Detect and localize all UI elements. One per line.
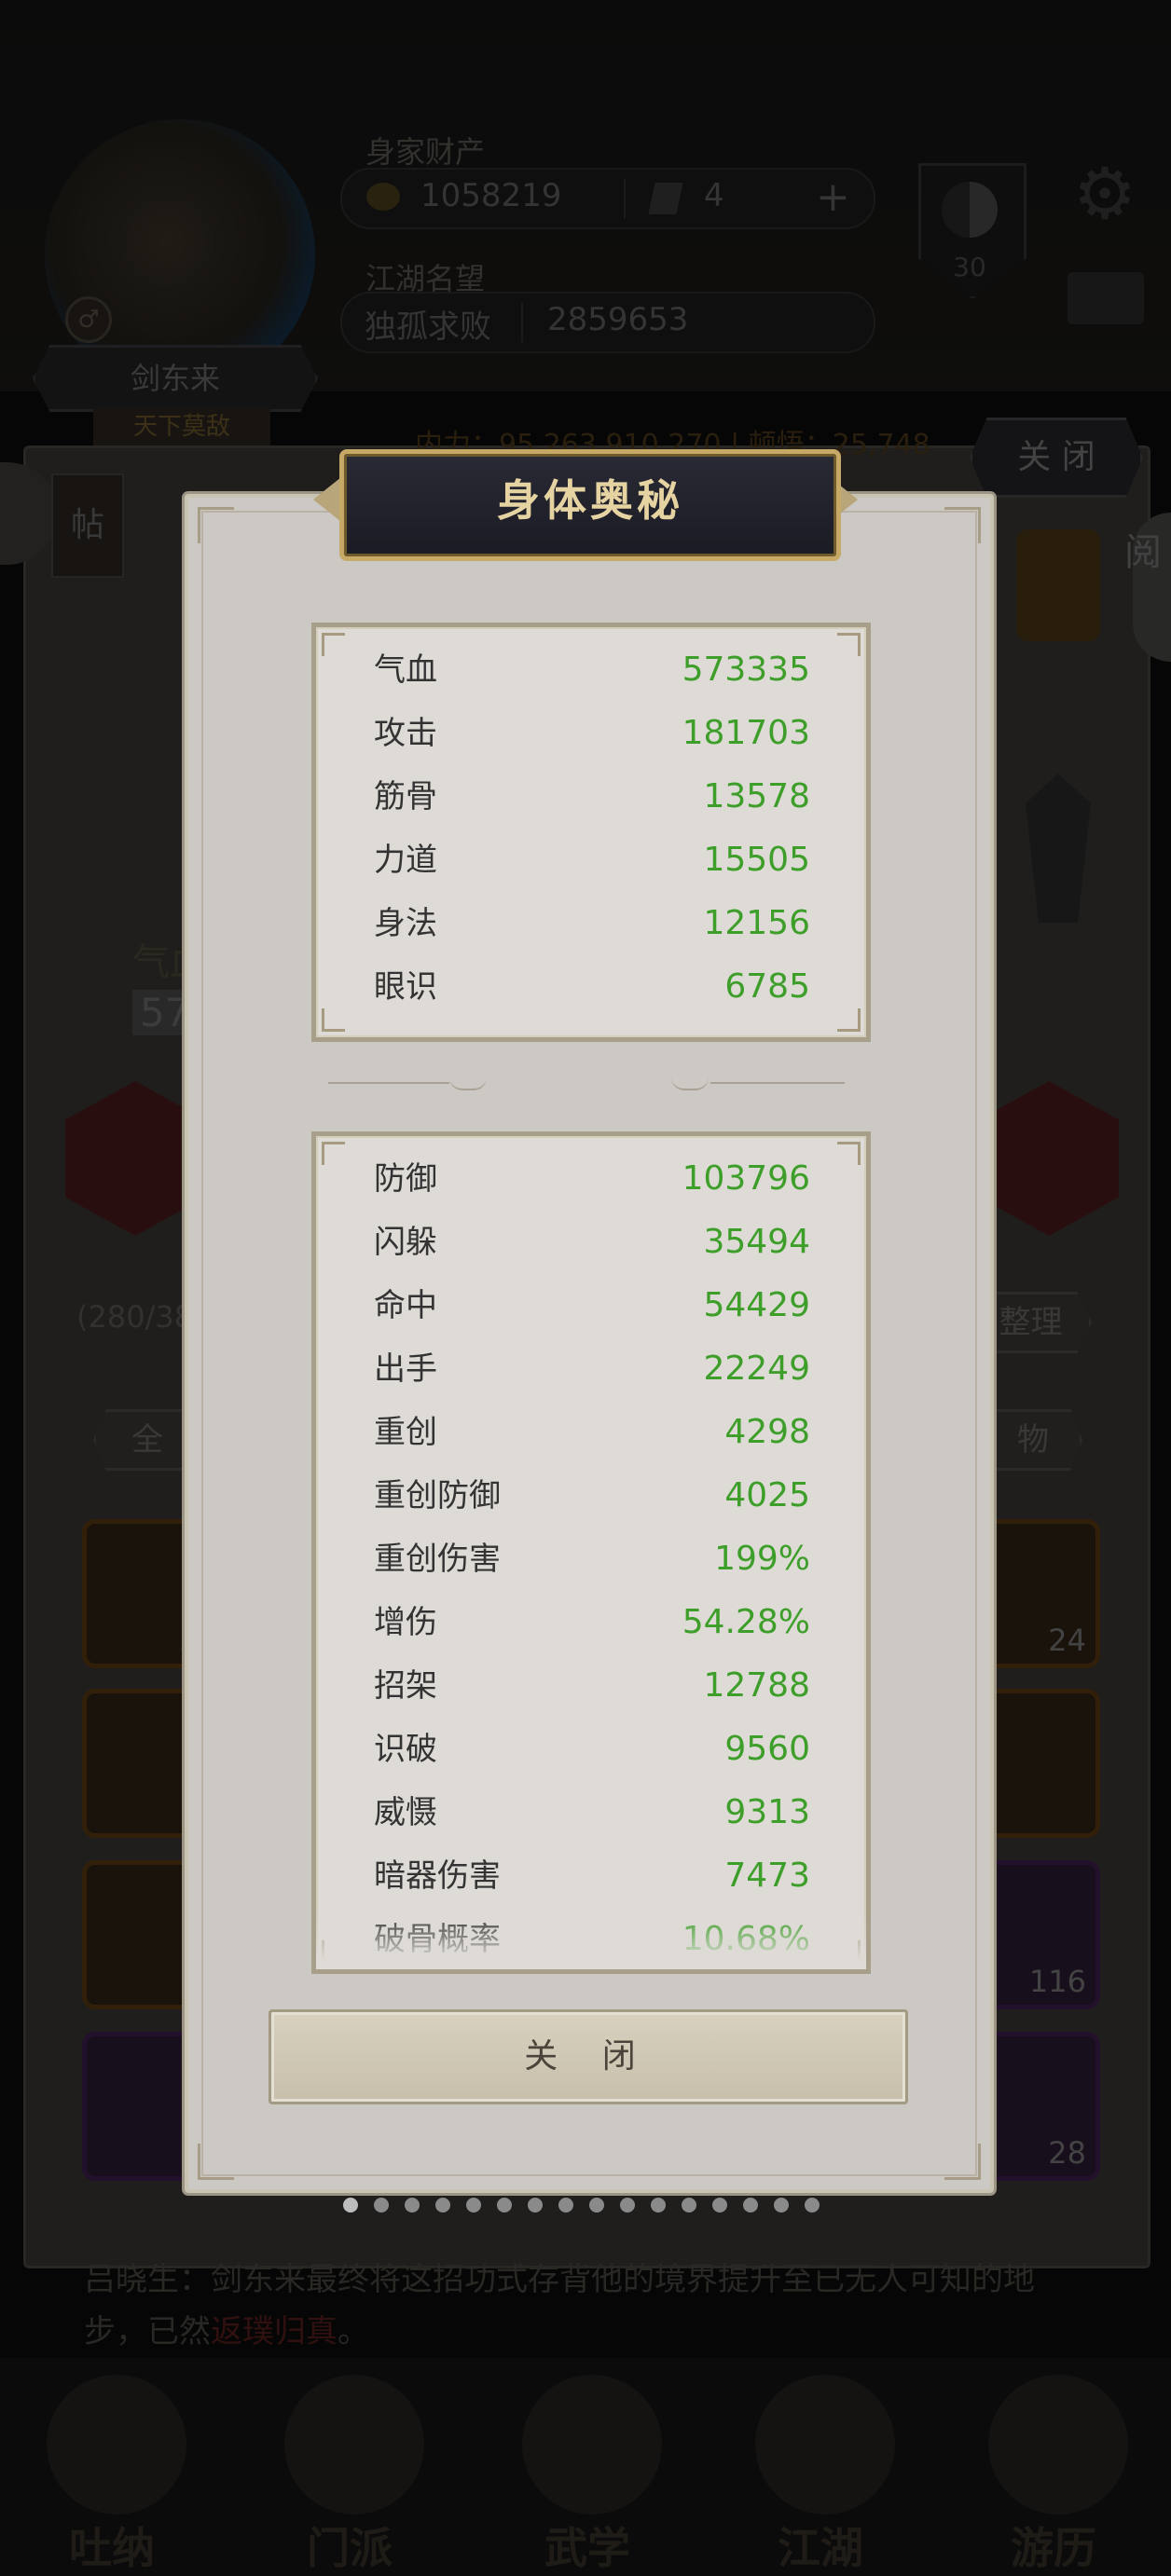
- stat-name: 招架: [374, 1667, 437, 1705]
- page-dot[interactable]: [712, 2198, 727, 2213]
- stat-name: 筋骨: [374, 778, 437, 815]
- primary-stats-box: 气血 573335 攻击 181703 筋骨 13578 力道 15505 身法 12156 眼识 6…: [311, 623, 871, 1042]
- stat-row: 重创防御 4025: [374, 1464, 810, 1528]
- stat-value: 12156: [703, 904, 810, 942]
- stat-value: 4298: [724, 1413, 810, 1451]
- page-dot[interactable]: [620, 2198, 635, 2213]
- stat-name: 增伤: [374, 1604, 437, 1641]
- stat-value: 12788: [703, 1666, 810, 1705]
- stat-name: 眼识: [374, 968, 437, 1006]
- stat-row: 重创 4298: [374, 1401, 810, 1464]
- box-corner: [837, 633, 861, 656]
- stat-row: 暗器伤害 7473: [374, 1844, 810, 1908]
- stat-value: 199%: [714, 1540, 810, 1578]
- stat-name: 重创防御: [374, 1477, 501, 1514]
- frame-corner: [944, 507, 981, 543]
- box-corner: [322, 633, 345, 656]
- page-dot[interactable]: [589, 2198, 604, 2213]
- stat-name: 闪躲: [374, 1224, 437, 1261]
- stat-row: 气血 573335: [374, 638, 810, 702]
- stat-value: 9560: [724, 1730, 810, 1768]
- page-dot[interactable]: [374, 2198, 389, 2213]
- stat-name: 威慑: [374, 1794, 437, 1831]
- stat-name: 出手: [374, 1350, 437, 1388]
- page-dot[interactable]: [435, 2198, 450, 2213]
- page-dot[interactable]: [343, 2198, 358, 2213]
- stat-row: 闪躲 35494: [374, 1211, 810, 1274]
- stat-name: 防御: [374, 1160, 437, 1198]
- page-dot[interactable]: [651, 2198, 666, 2213]
- box-corner: [322, 1142, 345, 1165]
- box-corner: [322, 1008, 345, 1032]
- frame-corner: [198, 2144, 234, 2180]
- page-dot[interactable]: [805, 2198, 820, 2213]
- stat-row: 力道 15505: [374, 829, 810, 892]
- stat-row: 攻击 181703: [374, 702, 810, 765]
- stat-name: 暗器伤害: [374, 1857, 501, 1895]
- stat-value: 7473: [724, 1857, 810, 1895]
- stat-row: 身法 12156: [374, 892, 810, 955]
- stat-name: 身法: [374, 905, 437, 942]
- frame-corner: [944, 2144, 981, 2180]
- scroll-fade: [316, 1913, 866, 1969]
- divider-ornament: [449, 1077, 487, 1090]
- dialog-title: 身体奥秘: [497, 475, 683, 526]
- stat-value: 9313: [724, 1793, 810, 1831]
- dialog-title-plate: 身体奥秘: [339, 449, 841, 561]
- stat-value: 22249: [703, 1350, 810, 1388]
- box-corner: [837, 1008, 861, 1032]
- stat-row: 威慑 9313: [374, 1781, 810, 1844]
- stat-row: 命中 54429: [374, 1274, 810, 1337]
- page-dot[interactable]: [743, 2198, 758, 2213]
- stat-row: 防御 103796: [374, 1147, 810, 1211]
- stat-row: 增伤 54.28%: [374, 1591, 810, 1654]
- stat-value: 181703: [682, 714, 810, 752]
- stat-name: 识破: [374, 1731, 437, 1768]
- close-button[interactable]: 关 闭: [269, 2009, 908, 2104]
- page-dot[interactable]: [682, 2198, 696, 2213]
- stat-row: 筋骨 13578: [374, 765, 810, 829]
- stat-name: 力道: [374, 842, 437, 879]
- stat-value: 573335: [682, 651, 810, 689]
- stat-value: 13578: [703, 777, 810, 815]
- box-corner: [837, 1142, 861, 1165]
- stat-value: 15505: [703, 841, 810, 879]
- stat-name: 重创伤害: [374, 1541, 501, 1578]
- stat-row: 识破 9560: [374, 1718, 810, 1781]
- stat-name: 命中: [374, 1287, 437, 1324]
- stat-row: 重创伤害 199%: [374, 1528, 810, 1591]
- stat-value: 103796: [682, 1159, 810, 1198]
- stat-row: 出手 22249: [374, 1337, 810, 1401]
- stat-value: 54429: [703, 1286, 810, 1324]
- stat-value: 6785: [724, 967, 810, 1006]
- stat-name: 气血: [374, 651, 437, 689]
- stat-row: 眼识 6785: [374, 955, 810, 1019]
- divider-ornament: [671, 1077, 709, 1090]
- page-indicator: [343, 2198, 828, 2216]
- stat-value: 4025: [724, 1476, 810, 1514]
- section-divider: [328, 1077, 845, 1090]
- stat-row: 招架 12788: [374, 1654, 810, 1718]
- page-dot[interactable]: [497, 2198, 512, 2213]
- page-dot[interactable]: [466, 2198, 481, 2213]
- stat-name: 攻击: [374, 715, 437, 752]
- frame-corner: [198, 507, 234, 543]
- page-dot[interactable]: [528, 2198, 543, 2213]
- secondary-stats-box[interactable]: 防御 103796 闪躲 35494 命中 54429 出手 22249 重创 4298 重创防御 4…: [311, 1131, 871, 1974]
- page-dot[interactable]: [558, 2198, 573, 2213]
- stat-value: 35494: [703, 1223, 810, 1261]
- stat-name: 重创: [374, 1414, 437, 1451]
- page-dot[interactable]: [774, 2198, 789, 2213]
- stat-value: 54.28%: [682, 1603, 810, 1641]
- divider-line: [328, 1082, 449, 1084]
- page-dot[interactable]: [405, 2198, 420, 2213]
- divider-line: [710, 1082, 845, 1084]
